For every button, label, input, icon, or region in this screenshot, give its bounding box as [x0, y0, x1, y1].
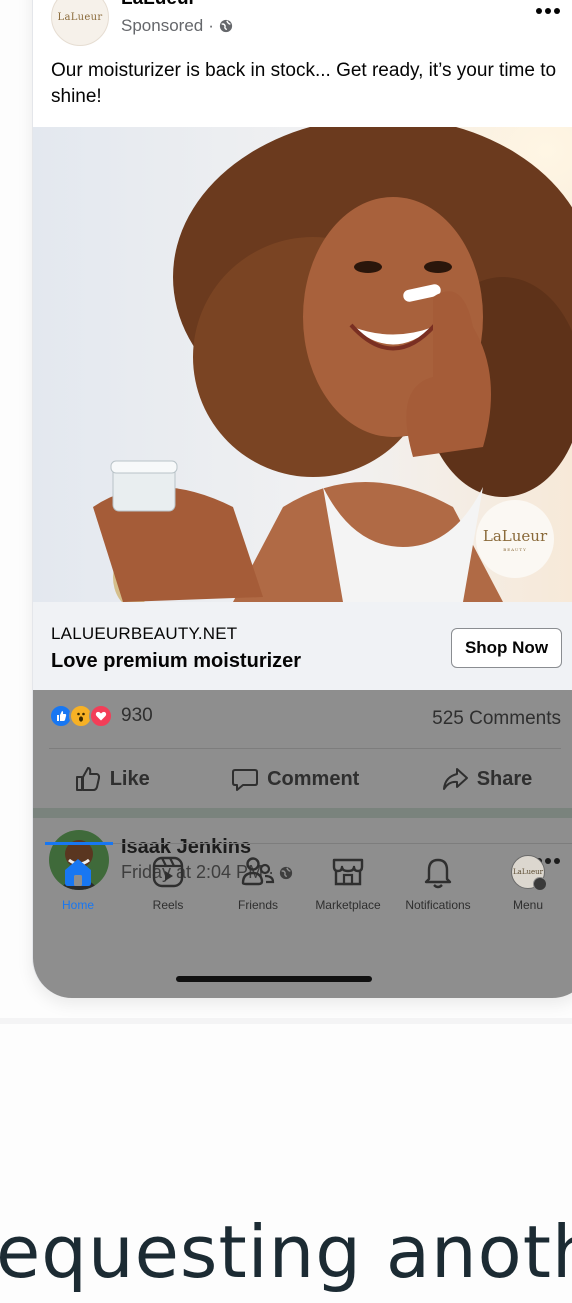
post-caption: Our moisturizer is back in stock... Get …	[51, 60, 557, 107]
friends-icon	[240, 854, 276, 890]
share-label: Share	[476, 767, 533, 790]
sponsored-label: Sponsored ·	[121, 16, 233, 36]
love-reaction-icon	[89, 704, 113, 728]
home-icon	[60, 854, 96, 890]
link-domain: LALUEURBEAUTY.NET	[51, 624, 238, 643]
nav-label-marketplace: Marketplace	[315, 898, 381, 912]
post-actions: Like Comment Share	[33, 750, 572, 808]
link-preview[interactable]: LALUEURBEAUTY.NET Love premium moisturiz…	[33, 602, 572, 690]
home-indicator-bar	[176, 976, 372, 982]
brand-logo-subtext: BEAUTY	[503, 546, 527, 552]
share-button[interactable]: Share	[441, 765, 533, 793]
link-title: Love premium moisturizer	[51, 650, 302, 672]
feed-separator	[33, 808, 572, 818]
reaction-summary[interactable]: 930	[49, 704, 153, 728]
nav-label-reels: Reels	[152, 898, 184, 912]
comment-bubble-icon	[232, 769, 259, 791]
shop-now-button[interactable]: Shop Now	[451, 628, 562, 668]
like-label: Like	[109, 767, 150, 790]
nav-label-notifications: Notifications	[405, 898, 471, 912]
bottom-navigation: Home Reels Friends Marketplace Notificat…	[33, 854, 572, 924]
dimmed-overlay-area: 930 525 Comments Like Comment Share Isaa…	[33, 690, 572, 998]
nav-label-home: Home	[61, 898, 94, 912]
background-heading-fragment: equesting anoth	[0, 1210, 572, 1294]
comments-count[interactable]: 525 Comments	[432, 708, 561, 730]
menu-avatar: LaLueur	[511, 855, 547, 891]
nav-label-friends: Friends	[237, 898, 278, 912]
phone-frame: LaLueur LaLueur Sponsored · Our moisturi…	[32, 0, 572, 998]
nav-menu[interactable]: LaLueur Menu	[483, 854, 572, 924]
globe-icon	[219, 19, 233, 33]
home-active-indicator	[45, 842, 113, 845]
nav-friends[interactable]: Friends	[213, 854, 303, 924]
share-arrow-icon	[442, 768, 468, 790]
reaction-count: 930	[121, 705, 153, 726]
bell-icon	[420, 854, 456, 890]
ad-image[interactable]: LaLueur BEAUTY	[33, 127, 572, 602]
sponsored-separator: ·	[208, 16, 214, 35]
sponsored-text: Sponsored	[121, 16, 204, 35]
nav-home[interactable]: Home	[33, 854, 123, 924]
page-name[interactable]: LaLueur	[121, 0, 196, 10]
engagement-divider	[49, 748, 561, 749]
reels-icon	[150, 854, 186, 890]
nav-notifications[interactable]: Notifications	[393, 854, 483, 924]
post-header: LaLueur LaLueur Sponsored ·	[33, 0, 572, 52]
more-options-icon[interactable]	[535, 6, 561, 16]
settings-badge-icon	[533, 877, 547, 891]
page-divider	[0, 1018, 572, 1024]
like-button[interactable]: Like	[74, 765, 150, 793]
nav-top-divider	[113, 843, 572, 844]
page-avatar[interactable]: LaLueur	[51, 0, 109, 46]
comment-label: Comment	[267, 767, 360, 790]
marketplace-icon	[330, 854, 366, 890]
thumbs-up-icon	[75, 767, 100, 791]
menu-avatar-icon: LaLueur	[510, 854, 547, 891]
nav-label-menu: Menu	[512, 898, 544, 912]
comment-button[interactable]: Comment	[231, 765, 359, 793]
brand-logo-text: LaLueur	[482, 526, 548, 545]
nav-reels[interactable]: Reels	[123, 854, 213, 924]
nav-marketplace[interactable]: Marketplace	[303, 854, 393, 924]
brand-logo-badge: LaLueur BEAUTY	[476, 500, 554, 578]
